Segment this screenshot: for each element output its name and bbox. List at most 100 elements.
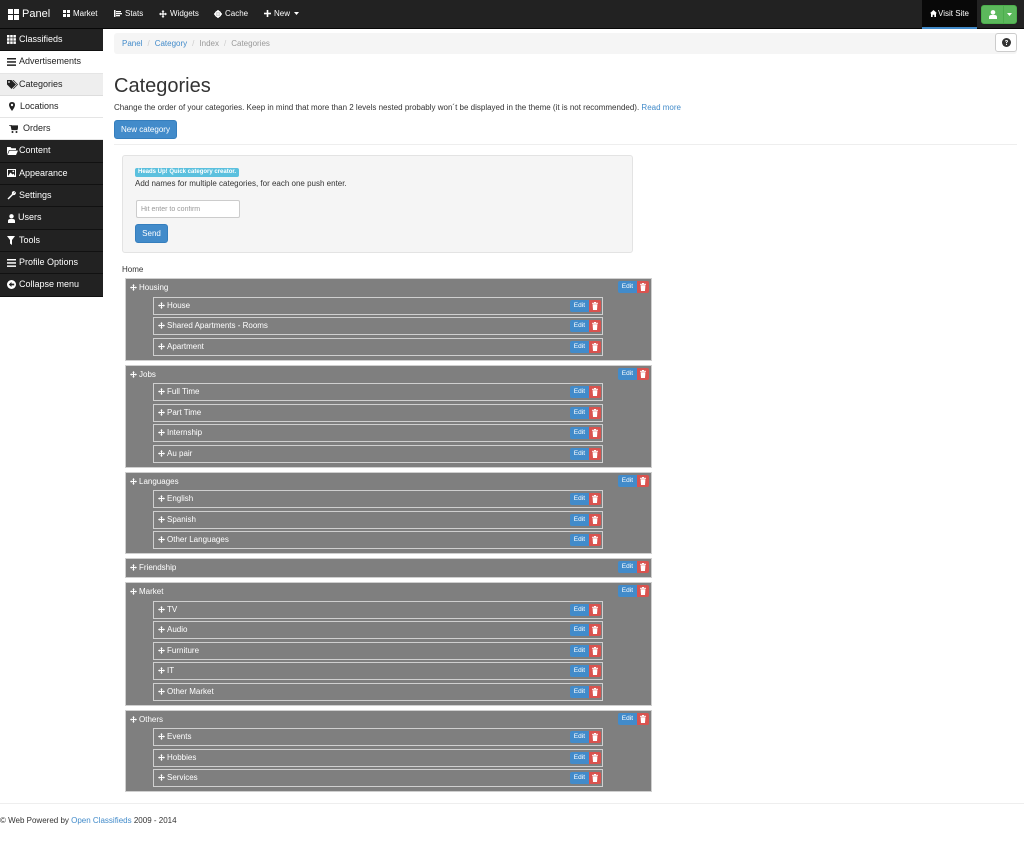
- subcategory-item[interactable]: Hobbies Edit: [153, 748, 603, 767]
- sidebar-item-classifieds[interactable]: Classifieds: [0, 29, 103, 52]
- move-icon[interactable]: [130, 370, 137, 378]
- sidebar-item-settings[interactable]: Settings: [0, 185, 103, 208]
- sidebar-item-orders[interactable]: Orders: [0, 118, 103, 141]
- move-icon[interactable]: [158, 733, 165, 741]
- move-icon[interactable]: [130, 477, 137, 485]
- edit-button[interactable]: Edit: [617, 367, 637, 380]
- subcategory-item[interactable]: Au pair Edit: [153, 444, 603, 463]
- nav-stats[interactable]: Stats: [114, 0, 143, 29]
- delete-button[interactable]: [637, 281, 649, 293]
- brand-link[interactable]: Panel: [8, 0, 50, 29]
- sidebar-item-categories[interactable]: Categories: [0, 73, 103, 96]
- delete-button[interactable]: [589, 386, 601, 398]
- delete-button[interactable]: [589, 624, 601, 636]
- delete-button[interactable]: [589, 685, 601, 698]
- subcategory-item[interactable]: Internship Edit: [153, 424, 603, 442]
- subcategory-item[interactable]: Events Edit: [153, 728, 603, 746]
- sidebar-item-appearance[interactable]: Appearance: [0, 162, 103, 186]
- move-icon[interactable]: [158, 536, 165, 544]
- move-icon[interactable]: [158, 301, 165, 309]
- delete-button[interactable]: [589, 534, 601, 546]
- delete-button[interactable]: [589, 493, 601, 505]
- move-icon[interactable]: [158, 515, 165, 523]
- edit-button[interactable]: Edit: [569, 665, 589, 677]
- move-icon[interactable]: [158, 408, 165, 416]
- nav-cache[interactable]: Cache: [214, 0, 248, 29]
- sidebar-item-content[interactable]: Content: [0, 140, 103, 163]
- move-icon[interactable]: [158, 774, 165, 782]
- category-item[interactable]: Languages Edit English Edit Spanish Edit Other…: [125, 471, 652, 554]
- delete-button[interactable]: [589, 340, 601, 353]
- move-icon[interactable]: [158, 429, 165, 437]
- edit-button[interactable]: Edit: [569, 340, 589, 353]
- sidebar-item-tools[interactable]: Tools: [0, 229, 103, 252]
- delete-button[interactable]: [589, 447, 601, 460]
- delete-button[interactable]: [589, 406, 601, 419]
- delete-button[interactable]: [589, 644, 601, 657]
- move-icon[interactable]: [130, 564, 137, 572]
- subcategory-item[interactable]: Part Time Edit: [153, 403, 603, 422]
- sidebar-item-users[interactable]: Users: [0, 207, 103, 230]
- move-icon[interactable]: [130, 715, 137, 723]
- edit-button[interactable]: Edit: [569, 386, 589, 398]
- nav-new-dropdown[interactable]: New: [264, 0, 300, 29]
- edit-button[interactable]: Edit: [569, 513, 589, 526]
- open-classifieds-link[interactable]: Open Classifieds: [71, 816, 131, 825]
- user-menu-button[interactable]: [981, 5, 1017, 24]
- move-icon[interactable]: [158, 646, 165, 654]
- move-icon[interactable]: [158, 322, 165, 330]
- delete-button[interactable]: [589, 299, 601, 312]
- edit-button[interactable]: Edit: [569, 772, 589, 784]
- subcategory-item[interactable]: Audio Edit: [153, 621, 603, 639]
- nav-widgets[interactable]: Widgets: [159, 0, 199, 29]
- move-icon[interactable]: [158, 626, 165, 634]
- delete-button[interactable]: [589, 772, 601, 784]
- move-icon[interactable]: [158, 495, 165, 503]
- subcategory-item[interactable]: English Edit: [153, 490, 603, 508]
- delete-button[interactable]: [637, 474, 649, 487]
- subcategory-item[interactable]: Full Time Edit: [153, 383, 603, 401]
- edit-button[interactable]: Edit: [569, 447, 589, 460]
- move-icon[interactable]: [130, 284, 137, 292]
- subcategory-item[interactable]: Other Market Edit: [153, 682, 603, 701]
- subcategory-item[interactable]: Shared Apartments - Rooms Edit: [153, 317, 603, 335]
- quick-category-input[interactable]: [136, 200, 240, 218]
- delete-button[interactable]: [637, 367, 649, 380]
- category-item[interactable]: Market Edit TV Edit Audio Edit Furniture Edit IT…: [125, 582, 652, 706]
- edit-button[interactable]: Edit: [569, 685, 589, 698]
- move-icon[interactable]: [130, 588, 137, 596]
- visit-site-link[interactable]: Visit Site: [922, 0, 977, 29]
- move-icon[interactable]: [158, 605, 165, 613]
- edit-button[interactable]: Edit: [617, 561, 637, 573]
- breadcrumb-category[interactable]: Category: [155, 39, 187, 48]
- edit-button[interactable]: Edit: [617, 712, 637, 725]
- edit-button[interactable]: Edit: [569, 603, 589, 616]
- edit-button[interactable]: Edit: [617, 474, 637, 487]
- sidebar-item-profile-options[interactable]: Profile Options: [0, 251, 103, 275]
- edit-button[interactable]: Edit: [569, 299, 589, 312]
- move-icon[interactable]: [158, 687, 165, 695]
- move-icon[interactable]: [158, 388, 165, 396]
- category-item[interactable]: Jobs Edit Full Time Edit Part Time Edit Intern…: [125, 364, 652, 468]
- delete-button[interactable]: [637, 712, 649, 725]
- delete-button[interactable]: [589, 603, 601, 616]
- delete-button[interactable]: [589, 731, 601, 743]
- send-button[interactable]: Send: [135, 224, 168, 243]
- read-more-link[interactable]: Read more: [641, 103, 681, 112]
- edit-button[interactable]: Edit: [569, 493, 589, 505]
- subcategory-item[interactable]: Other Languages Edit: [153, 531, 603, 549]
- category-item[interactable]: Housing Edit House Edit Shared Apartments - …: [125, 278, 652, 361]
- subcategory-item[interactable]: Services Edit: [153, 769, 603, 787]
- edit-button[interactable]: Edit: [569, 751, 589, 764]
- subcategory-item[interactable]: Apartment Edit: [153, 337, 603, 356]
- delete-button[interactable]: [589, 427, 601, 439]
- category-item[interactable]: Friendship Edit: [125, 558, 652, 578]
- breadcrumb-panel[interactable]: Panel: [122, 39, 142, 48]
- delete-button[interactable]: [589, 513, 601, 526]
- edit-button[interactable]: Edit: [569, 644, 589, 657]
- nav-market[interactable]: Market: [63, 0, 97, 29]
- subcategory-item[interactable]: Spanish Edit: [153, 510, 603, 529]
- edit-button[interactable]: Edit: [569, 731, 589, 743]
- edit-button[interactable]: Edit: [569, 320, 589, 332]
- subcategory-item[interactable]: IT Edit: [153, 662, 603, 680]
